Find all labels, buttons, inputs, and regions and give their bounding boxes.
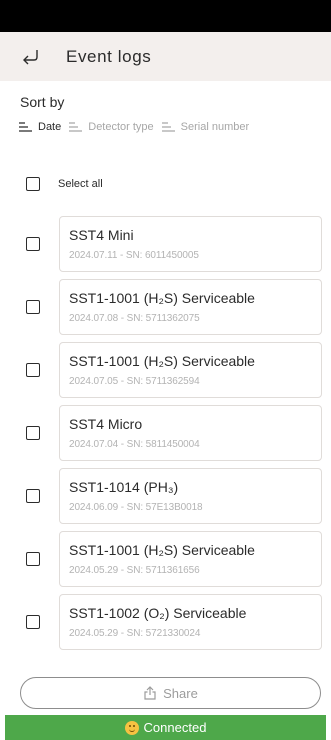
status-bar [0,0,331,32]
list-item[interactable]: SST4 Micro 2024.07.04 - SN: 5811450004 [0,405,331,461]
detector-name: SST1-1001 (H₂S) Serviceable [69,290,255,306]
page-title: Event logs [66,46,152,66]
row-checkbox[interactable] [26,426,40,440]
sort-option-date[interactable]: Date [19,121,61,133]
event-log-card[interactable]: SST1-1001 (H₂S) Serviceable 2024.05.29 -… [59,531,322,587]
sort-icon [19,122,32,132]
select-all-label: Select all [58,178,103,190]
connection-status-bar: Connected [5,715,326,740]
log-meta: 2024.07.04 - SN: 5811450004 [69,439,200,450]
log-meta: 2024.06.09 - SN: 57E13B0018 [69,502,203,513]
log-meta: 2024.07.08 - SN: 5711362075 [69,313,200,324]
smile-icon [124,720,139,735]
event-log-card[interactable]: SST1-1002 (O₂) Serviceable 2024.05.29 - … [59,594,322,650]
row-checkbox[interactable] [26,237,40,251]
list-item[interactable]: SST1-1001 (H₂S) Serviceable 2024.05.29 -… [0,531,331,587]
list-item[interactable]: SST1-1002 (O₂) Serviceable 2024.05.29 - … [0,594,331,650]
row-checkbox[interactable] [26,615,40,629]
log-meta: 2024.05.29 - SN: 5711361656 [69,565,200,576]
share-icon [144,686,156,700]
event-log-card[interactable]: SST4 Micro 2024.07.04 - SN: 5811450004 [59,405,322,461]
back-arrow-icon[interactable] [18,44,44,70]
select-all[interactable]: Select all [26,177,103,191]
row-checkbox[interactable] [26,363,40,377]
sort-icon [69,122,83,132]
detector-name: SST4 Micro [69,416,143,432]
log-meta: 2024.07.05 - SN: 5711362594 [69,376,200,387]
sort-by-label: Sort by [20,94,65,110]
sort-option-serial-number[interactable]: Serial number [161,121,250,133]
list-item[interactable]: SST4 Mini 2024.07.11 - SN: 6011450005 [0,216,331,272]
detector-name: SST1-1001 (H₂S) Serviceable [69,542,255,558]
share-label: Share [163,685,198,701]
detector-name: SST1-1002 (O₂) Serviceable [69,605,247,621]
row-checkbox[interactable] [26,552,40,566]
share-button[interactable]: Share [20,677,321,709]
log-meta: 2024.05.29 - SN: 5721330024 [69,628,201,639]
app-bar: Event logs [0,32,331,81]
sort-option-label: Date [38,121,62,133]
detector-name: SST4 Mini [69,227,134,243]
event-log-card[interactable]: SST1-1001 (H₂S) Serviceable 2024.07.05 -… [59,342,322,398]
sort-options: Date Detector type Serial number [19,121,257,133]
row-checkbox[interactable] [26,489,40,503]
list-item[interactable]: SST1-1001 (H₂S) Serviceable 2024.07.08 -… [0,279,331,335]
detector-name: SST1-1014 (PH₃) [69,479,179,495]
list-item[interactable]: SST1-1014 (PH₃) 2024.06.09 - SN: 57E13B0… [0,468,331,524]
connection-status-label: Connected [143,720,207,735]
sort-option-label: Serial number [180,121,250,133]
detector-name: SST1-1001 (H₂S) Serviceable [69,353,255,369]
list-item[interactable]: SST1-1001 (H₂S) Serviceable 2024.07.05 -… [0,342,331,398]
log-meta: 2024.07.11 - SN: 6011450005 [69,250,199,261]
sort-option-label: Detector type [88,121,154,133]
row-checkbox[interactable] [26,300,40,314]
sort-option-detector-type[interactable]: Detector type [69,121,154,133]
event-log-card[interactable]: SST4 Mini 2024.07.11 - SN: 6011450005 [59,216,322,272]
event-log-card[interactable]: SST1-1001 (H₂S) Serviceable 2024.07.08 -… [59,279,322,335]
sort-icon [161,122,175,132]
event-log-card[interactable]: SST1-1014 (PH₃) 2024.06.09 - SN: 57E13B0… [59,468,322,524]
select-all-checkbox[interactable] [26,177,40,191]
